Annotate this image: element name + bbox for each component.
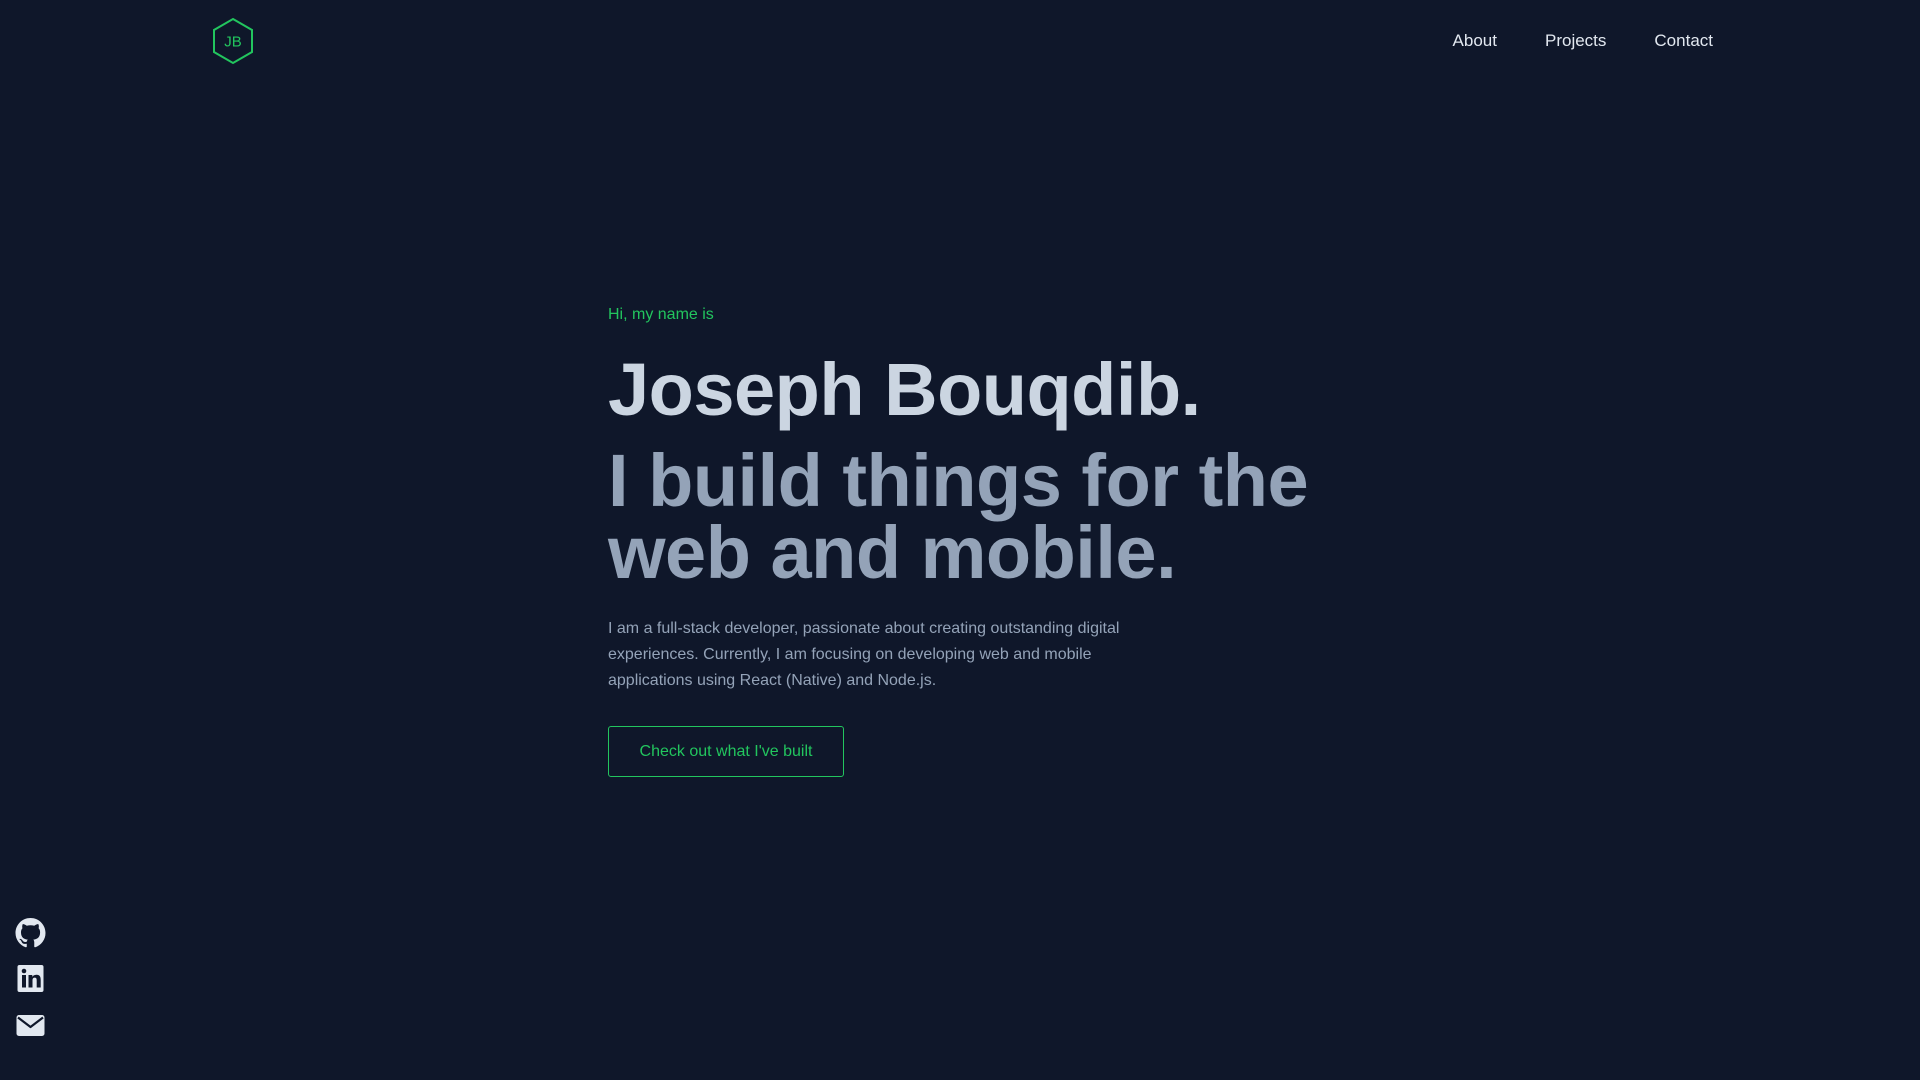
nav-link-contact[interactable]: Contact — [1654, 26, 1713, 56]
social-links — [15, 918, 46, 1040]
github-link[interactable] — [15, 918, 46, 948]
logo-link[interactable]: JB — [209, 17, 257, 65]
hero-bio: I am a full-stack developer, passionate … — [608, 620, 1120, 689]
nav-link-about[interactable]: About — [1453, 26, 1497, 56]
hero-name: Joseph Bouqdib. — [608, 348, 1201, 431]
email-icon — [16, 1015, 45, 1036]
main-nav: About Projects Contact — [1453, 26, 1713, 56]
nav-link-projects[interactable]: Projects — [1545, 26, 1606, 56]
linkedin-icon — [17, 965, 44, 992]
github-icon — [15, 918, 46, 948]
page: JB About Projects Contact Hi, my name is… — [0, 0, 1920, 1080]
linkedin-link[interactable] — [15, 964, 46, 994]
check-out-projects-button[interactable]: Check out what I've built — [608, 726, 844, 777]
logo-text: JB — [224, 34, 242, 51]
email-link[interactable] — [15, 1010, 46, 1040]
greeting-text: Hi, my name is — [608, 306, 714, 323]
hero-tagline: I build things for the web and mobile. — [608, 439, 1309, 594]
hexagon-logo-icon: JB — [213, 17, 253, 65]
